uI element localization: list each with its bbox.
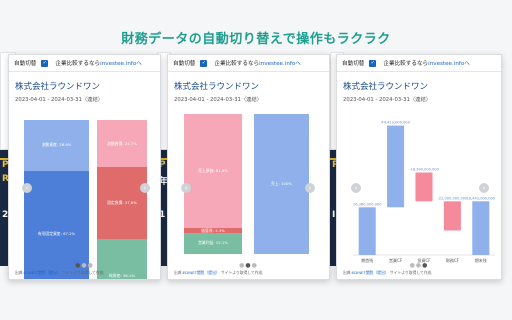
company-name: 株式会社ラウンドワン [15, 82, 101, 92]
next-arrow-icon[interactable]: › [305, 183, 315, 193]
prev-arrow-icon[interactable]: ‹ [181, 183, 191, 193]
assets-bar: 流動資産: 26.6%有形固定資産: 67.2%無形固定資産: 0.4%投資その… [24, 120, 89, 279]
auto-switch-checkbox[interactable]: ✓ [369, 59, 377, 67]
source-suffix: サイトより取得して作成 [61, 270, 104, 275]
source-prefix: 出典: [343, 270, 352, 275]
costs-segment-label: 売上原価: 81.6% [198, 168, 228, 174]
fiscal-period: 2023-04-01 - 2024-03-31（連結） [343, 97, 432, 103]
waterfall-bar [443, 201, 461, 231]
waterfall-data-label: 16,380,000,000 [353, 202, 382, 206]
auto-switch-label: 自動切替 [173, 61, 196, 67]
auto-switch-label: 自動切替 [342, 61, 365, 67]
liabilities-segment-label: 固定負債: 37.8% [107, 200, 137, 206]
liabilities-segment: 流動負債: 24.7% [97, 120, 147, 168]
waterfall-bar [415, 172, 433, 202]
popup-income-statement: 自動切替 ✓ 企業比較するなら investee.infoへ 株式会社ラウンドワ… [167, 54, 330, 280]
liabilities-bar: 流動負債: 24.7% 固定負債: 37.8% 純資産: 38.1% [97, 120, 147, 279]
compare-link[interactable]: investee.infoへ [428, 59, 470, 67]
sales-bar: 売上: 100% [254, 114, 309, 254]
page-headline: 財務データの自動切り替えで操作もラクラク [121, 32, 391, 47]
popup-toolbar: 自動切替 ✓ 企業比較するなら investee.infoへ [168, 55, 329, 72]
costs-segment-label: 営業利益: 15.1% [198, 240, 228, 246]
costs-segment: 売上原価: 81.6% [184, 114, 242, 229]
liabilities-segment: 固定負債: 37.8% [97, 167, 147, 240]
cost-bar: 売上原価: 81.6% 販管費: 3.3% 営業利益: 15.1% [184, 114, 242, 254]
company-name: 株式会社ラウンドワン [343, 82, 429, 92]
source-prefix: 出典: [15, 270, 24, 275]
compare-prefix: 企業比較するなら [214, 61, 260, 67]
sales-segment-label: 売上: 100% [271, 181, 292, 186]
popup-cash-flow: 自動切替 ✓ 企業比較するなら investee.infoへ 株式会社ラウンドワ… [336, 54, 502, 280]
auto-switch-label: 自動切替 [14, 61, 37, 67]
assets-segment: 流動資産: 26.6% [24, 120, 89, 171]
pagination-dots[interactable]: ●●● [168, 262, 329, 269]
assets-segment-label: 有形固定資産: 67.2% [37, 231, 76, 237]
popup-balance-sheet: 自動切替 ✓ 企業比較するなら investee.infoへ 株式会社ラウンドワ… [8, 54, 161, 280]
compare-prefix: 企業比較するなら [55, 61, 101, 67]
popup-toolbar: 自動切替 ✓ 企業比較するなら investee.infoへ [337, 55, 501, 72]
prev-arrow-icon[interactable]: ‹ [351, 183, 361, 193]
sales-segment: 売上: 100% [254, 114, 309, 254]
waterfall-bar [387, 125, 405, 208]
assets-segment-label: 流動資産: 26.6% [41, 142, 72, 148]
waterfall-data-label: 44,423,000,000 [381, 121, 410, 125]
background-text: I [332, 210, 336, 220]
source-link[interactable]: EDINET閲覧（提出） [24, 270, 61, 275]
popup-toolbar: 自動切替 ✓ 企業比較するなら investee.infoへ [9, 55, 160, 72]
compare-link[interactable]: investee.infoへ [259, 59, 301, 67]
waterfall-bar [472, 201, 490, 255]
source-suffix: サイトより取得して作成 [220, 270, 263, 275]
next-arrow-icon[interactable]: › [140, 183, 150, 193]
liabilities-segment: 純資産: 38.1% [97, 239, 147, 279]
compare-link[interactable]: investee.infoへ [100, 59, 142, 67]
waterfall-data-label: -18,390,000,000 [409, 168, 440, 172]
source-footer: 出典:EDINET閲覧（提出） サイトより取得して作成 [174, 270, 262, 276]
source-suffix: サイトより取得して作成 [389, 270, 432, 275]
source-footer: 出典:EDINET閲覧（提出） サイトより取得して作成 [15, 270, 103, 276]
fiscal-period: 2023-04-01 - 2024-03-31（連結） [174, 97, 263, 103]
source-link[interactable]: EDINET閲覧（提出） [352, 270, 389, 275]
fiscal-period: 2023-04-01 - 2024-03-31（連結） [15, 97, 104, 103]
liabilities-segment-label: 純資産: 38.1% [109, 272, 135, 278]
pagination-dots[interactable]: ●●● [337, 262, 501, 269]
prev-arrow-icon[interactable]: ‹ [22, 183, 32, 193]
cash-flow-waterfall-chart: 16,380,000,000期首残44,423,000,000営業CF-18,3… [353, 121, 496, 263]
next-arrow-icon[interactable]: › [479, 183, 489, 193]
company-name: 株式会社ラウンドワン [174, 82, 260, 92]
waterfall-data-label: 18,443,000,000 [467, 196, 496, 200]
auto-switch-checkbox[interactable]: ✓ [41, 59, 49, 67]
pagination-dots[interactable]: ●●● [9, 262, 160, 269]
source-link[interactable]: EDINET閲覧（提出） [183, 270, 220, 275]
source-footer: 出典:EDINET閲覧（提出） サイトより取得して作成 [343, 270, 431, 276]
waterfall-data-label: -22,000,000,000 [437, 196, 468, 200]
compare-prefix: 企業比較するなら [383, 61, 429, 67]
source-prefix: 出典: [174, 270, 183, 275]
liabilities-segment-label: 流動負債: 24.7% [107, 140, 137, 146]
costs-segment: 営業利益: 15.1% [184, 232, 242, 254]
auto-switch-checkbox[interactable]: ✓ [200, 59, 208, 67]
waterfall-bar [358, 207, 376, 255]
